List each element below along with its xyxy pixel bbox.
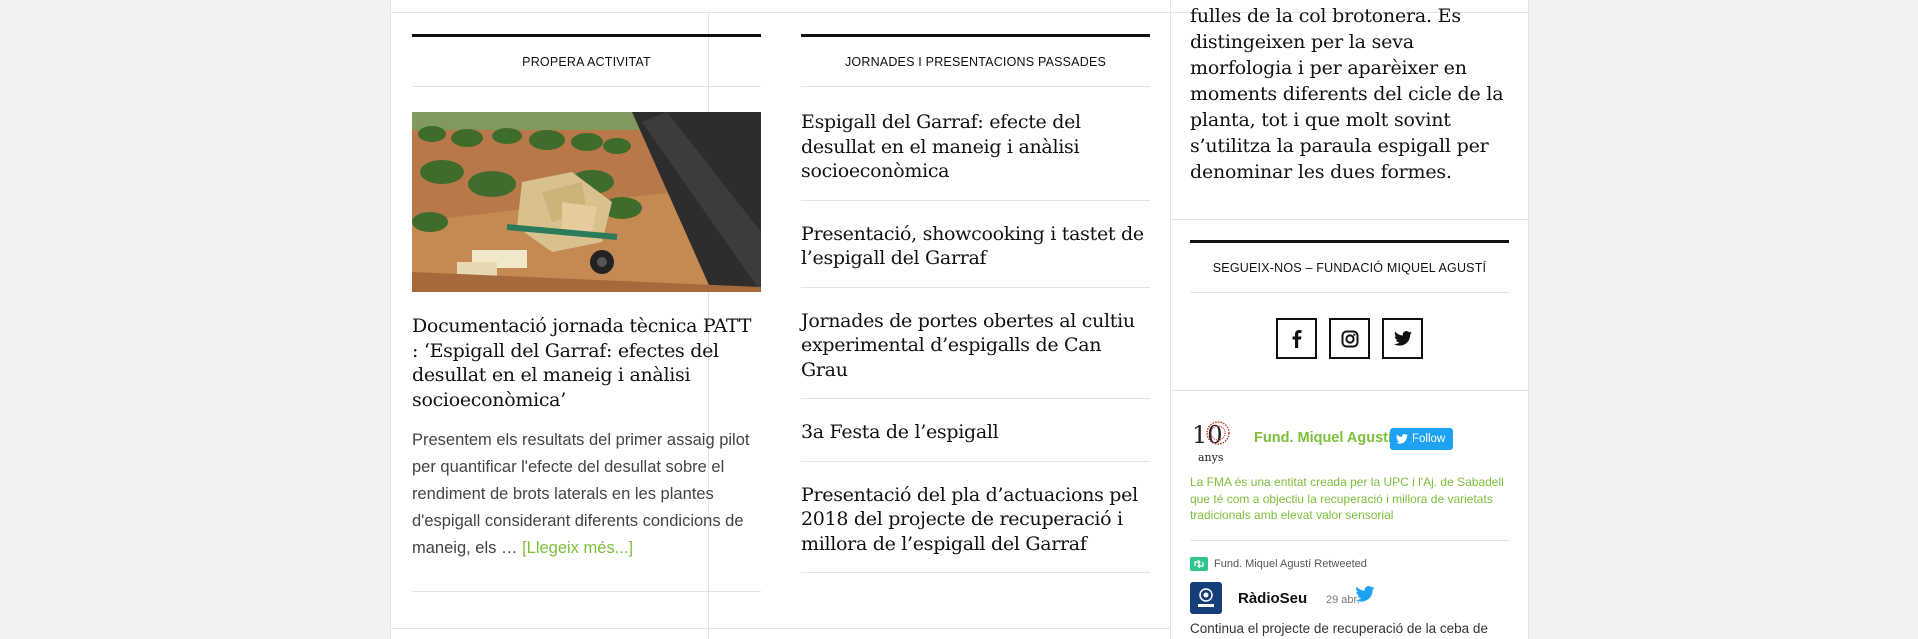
- past-event-item[interactable]: Presentació, showcooking i tastet de l’e…: [801, 201, 1150, 288]
- intro-line: s’utilitza la paraula espigall per: [1190, 135, 1489, 157]
- past-heading: JORNADES I PRESENTACIONS PASSADES: [801, 34, 1150, 87]
- past-event-item[interactable]: Espigall del Garraf: efecte del desullat…: [801, 89, 1150, 201]
- past-event-item[interactable]: 3a Festa de l’espigall: [801, 399, 1150, 462]
- past-event-item[interactable]: Jornades de portes obertes al cultiu exp…: [801, 288, 1150, 399]
- past-event-item[interactable]: Presentació del pla d’actuacions pel 201…: [801, 462, 1150, 573]
- upcoming-activity-widget: PROPERA ACTIVITAT Documentació jornada t…: [412, 0, 761, 639]
- facebook-icon: [1292, 329, 1301, 348]
- twitter-logo-icon[interactable]: [1355, 586, 1375, 607]
- intro-text: fulles de la col brotonera. Es distingei…: [1190, 3, 1509, 185]
- retweet-note: Fund. Miquel Agustí Retweeted: [1190, 557, 1367, 571]
- upcoming-heading: PROPERA ACTIVITAT: [412, 34, 761, 87]
- intro-line: planta, tot i que molt sovint: [1190, 109, 1451, 131]
- twitter-icon: [1393, 331, 1412, 346]
- intro-line: distingeixen per la seva: [1190, 31, 1414, 53]
- twitter-button[interactable]: [1382, 318, 1423, 359]
- instagram-icon: [1341, 330, 1358, 347]
- retweet-icon: [1190, 557, 1208, 571]
- twitter-bio: La FMA és una entitat creada per la UPC …: [1190, 475, 1504, 522]
- column-divider-2: [1170, 0, 1171, 639]
- follow-heading: SEGUEIX-NOS – FUNDACIÓ MIQUEL AGUSTÍ: [1190, 240, 1509, 293]
- tweet-text: Continua el projecte de recuperació de l…: [1190, 621, 1488, 636]
- upcoming-post-excerpt: Presentem els resultats del primer assai…: [412, 427, 761, 562]
- intro-line: fulles de la col brotonera. Es: [1190, 5, 1461, 27]
- past-events-list: Espigall del Garraf: efecte del desullat…: [801, 89, 1150, 573]
- past-events-widget: JORNADES I PRESENTACIONS PASSADES Espiga…: [801, 0, 1150, 639]
- intro-line: moments diferents del cicle de la: [1190, 83, 1504, 105]
- fma-logo[interactable]: 10 anys: [1190, 415, 1238, 465]
- twitter-bird-icon: [1396, 434, 1408, 444]
- read-more-link[interactable]: [Llegeix més...]: [522, 539, 633, 557]
- twitter-follow-button[interactable]: Follow: [1390, 428, 1454, 450]
- sidebar: fulles de la col brotonera. Es distingei…: [1170, 0, 1529, 639]
- twitter-divider: [1190, 540, 1509, 541]
- facebook-button[interactable]: [1276, 318, 1317, 359]
- sidebar-divider-2: [1170, 390, 1529, 391]
- intro-line: denominar les dues formes.: [1190, 161, 1452, 183]
- follow-label: Follow: [1412, 433, 1446, 445]
- logo-word: anys: [1198, 451, 1224, 464]
- radioseu-avatar[interactable]: [1190, 582, 1222, 614]
- intro-line: morfologia i per aparèixer en: [1190, 57, 1467, 79]
- instagram-button[interactable]: [1329, 318, 1370, 359]
- social-links: [1190, 318, 1509, 359]
- page-container: PROPERA ACTIVITAT Documentació jornada t…: [390, 0, 1529, 639]
- upcoming-bottom-rule: [412, 591, 761, 592]
- featured-image[interactable]: [412, 112, 761, 292]
- twitter-account-name[interactable]: Fund. Miquel Agustí: [1254, 430, 1392, 446]
- upcoming-post-title[interactable]: Documentació jornada tècnica PATT : ‘Esp…: [412, 314, 761, 412]
- sidebar-divider-1: [1170, 219, 1529, 220]
- retweet-label: Fund. Miquel Agustí Retweeted: [1214, 558, 1367, 570]
- tweet-author[interactable]: RàdioSeu: [1238, 590, 1307, 607]
- logo-number: 10: [1192, 421, 1223, 449]
